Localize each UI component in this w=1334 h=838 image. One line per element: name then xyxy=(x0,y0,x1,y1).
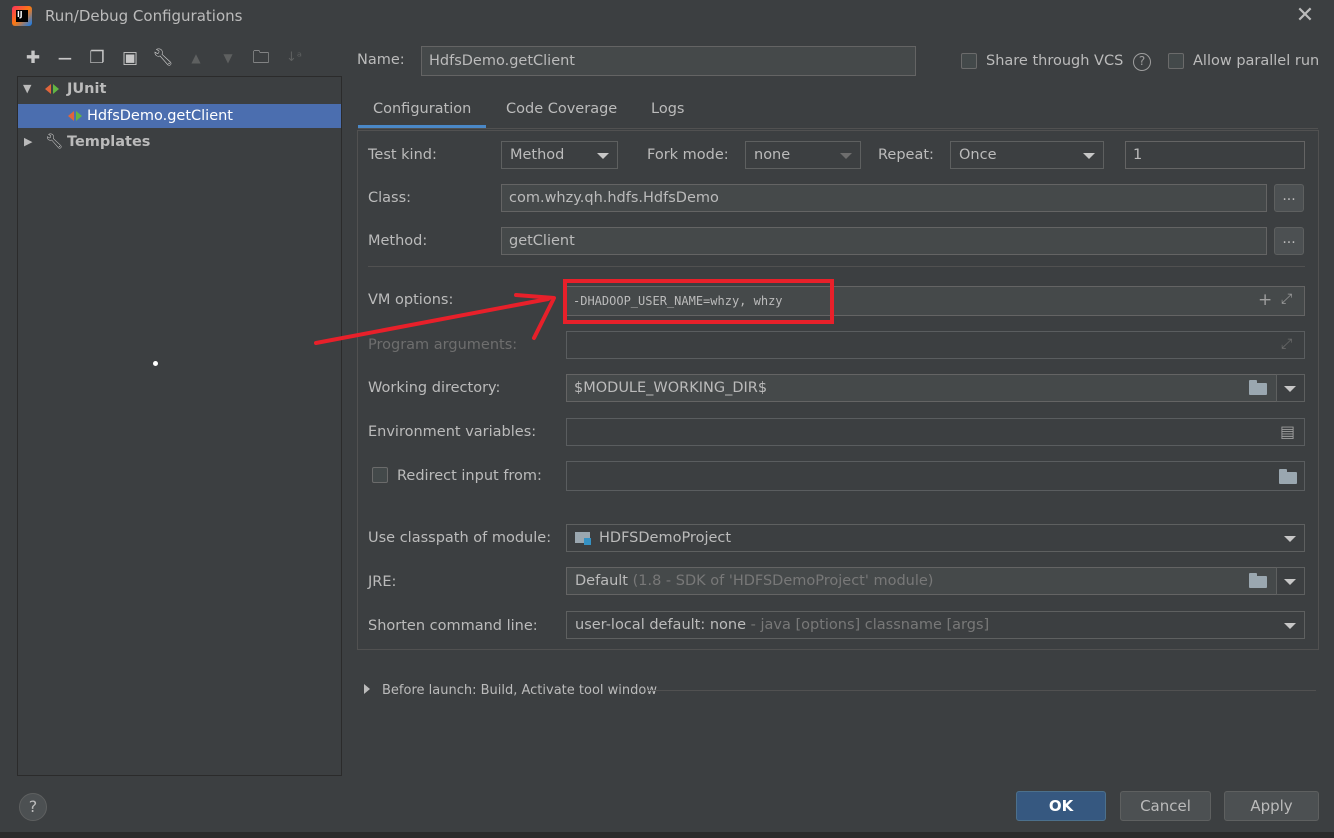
help-button[interactable]: ? xyxy=(19,793,47,821)
apply-button[interactable]: Apply xyxy=(1224,791,1319,821)
ok-button[interactable]: OK xyxy=(1016,791,1106,821)
annotation-arrow xyxy=(314,293,556,345)
cancel-button[interactable]: Cancel xyxy=(1120,791,1211,821)
taskbar-strip xyxy=(0,832,1334,838)
